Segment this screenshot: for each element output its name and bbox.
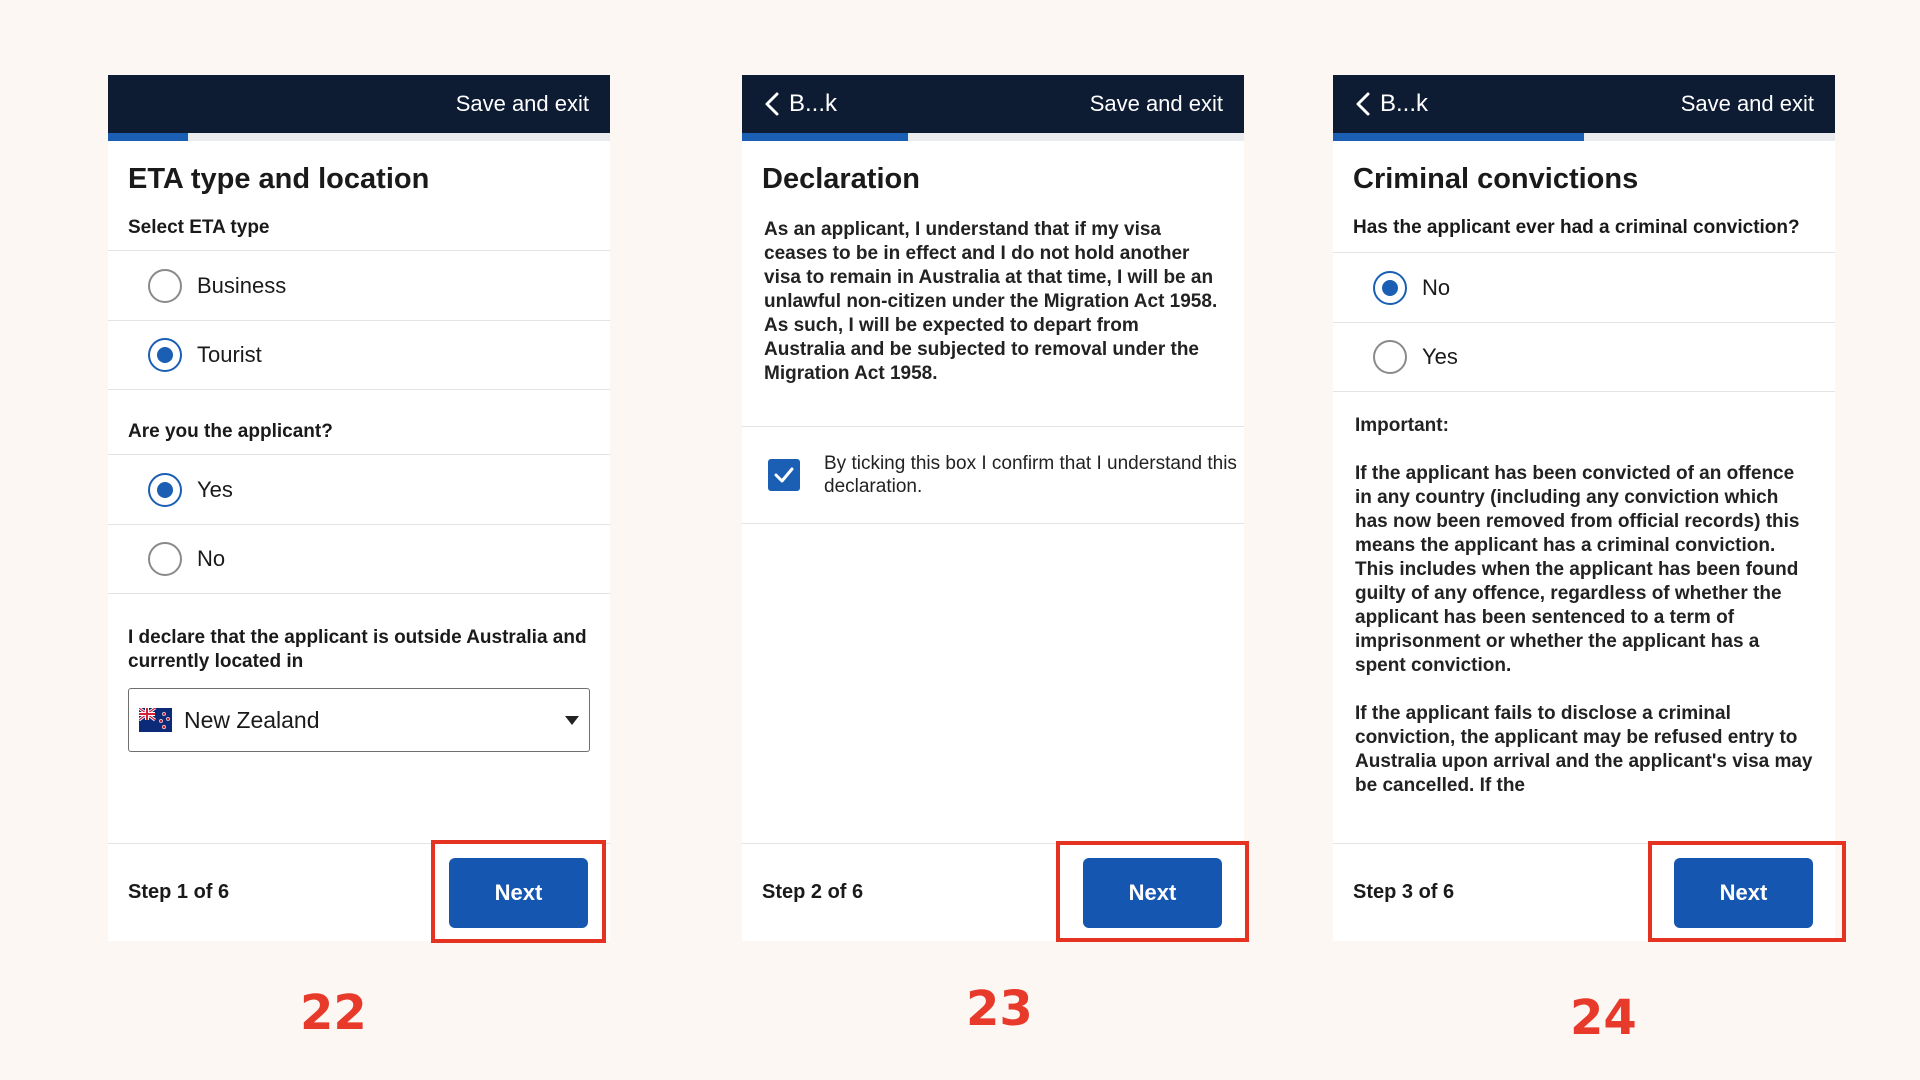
save-and-exit-link[interactable]: Save and exit [1090, 91, 1223, 117]
applicant-label: Are you the applicant? [128, 421, 333, 442]
option-label: No [197, 546, 226, 571]
applicant-option-no[interactable]: No [108, 524, 610, 594]
screen-criminal-convictions: B...k Save and exit Criminal convictions… [1333, 75, 1835, 941]
step-indicator: Step 1 of 6 [128, 881, 230, 903]
progress-bar [742, 133, 1244, 141]
back-label: B...k [789, 90, 838, 117]
radio-yes[interactable] [148, 472, 182, 507]
back-link[interactable]: B...k [763, 90, 837, 118]
chevron-down-icon [565, 715, 579, 725]
radio-no[interactable] [148, 542, 182, 576]
step-indicator: Step 2 of 6 [762, 881, 864, 903]
progress-fill [742, 133, 908, 141]
important-paragraph-2: If the applicant fails to disclose a cri… [1355, 703, 1813, 796]
progress-bar [1333, 133, 1835, 141]
eta-option-business[interactable]: Business [108, 250, 610, 320]
option-label: Business [197, 272, 287, 298]
conviction-option-no[interactable]: No [1333, 252, 1835, 322]
page-title: Criminal convictions [1353, 163, 1639, 195]
radio-business[interactable] [148, 268, 182, 303]
page-title: ETA type and location [128, 163, 430, 195]
screen-eta-type-location: Save and exit ETA type and location Sele… [108, 75, 610, 941]
eta-type-label: Select ETA type [128, 217, 270, 238]
back-link[interactable]: B...k [1354, 90, 1428, 118]
screen-declaration: B...k Save and exit Declaration As an ap… [742, 75, 1244, 941]
option-label: No [1422, 274, 1451, 300]
highlight-box [1056, 841, 1249, 942]
option-label: Yes [1422, 344, 1458, 369]
save-and-exit-link[interactable]: Save and exit [1681, 91, 1814, 117]
progress-bar [108, 133, 610, 141]
declaration-text: As an applicant, I understand that if my… [764, 219, 1218, 384]
important-paragraph-1: If the applicant has been convicted of a… [1355, 463, 1800, 676]
option-label: Yes [197, 476, 233, 502]
location-label: I declare that the applicant is outside … [128, 627, 587, 672]
location-value: New Zealand [184, 706, 320, 733]
radio-tourist[interactable] [148, 338, 182, 372]
annotation-number: 24 [1570, 990, 1637, 1046]
save-and-exit-link[interactable]: Save and exit [456, 91, 589, 117]
conviction-option-yes[interactable]: Yes [1333, 322, 1835, 392]
checkmark-icon [774, 467, 794, 483]
radio-no[interactable] [1373, 270, 1407, 305]
progress-fill [108, 133, 189, 141]
step-indicator: Step 3 of 6 [1353, 881, 1455, 903]
annotation-number: 22 [300, 985, 367, 1041]
eta-option-tourist[interactable]: Tourist [108, 320, 610, 390]
highlight-box [1648, 841, 1846, 942]
top-bar: B...k Save and exit [1333, 75, 1835, 133]
conviction-question: Has the applicant ever had a criminal co… [1353, 217, 1800, 238]
location-select[interactable]: New Zealand [128, 688, 590, 752]
option-label: Tourist [197, 342, 262, 367]
back-label: B...k [1380, 90, 1429, 117]
top-bar: Save and exit [108, 75, 610, 133]
declaration-checkbox[interactable] [768, 459, 800, 491]
declaration-checkbox-row[interactable]: By ticking this box I confirm that I und… [742, 426, 1244, 524]
checkbox-label: By ticking this box I confirm that I und… [824, 453, 1237, 497]
new-zealand-flag-icon [139, 708, 172, 732]
radio-yes[interactable] [1373, 340, 1407, 374]
important-label: Important: [1355, 415, 1449, 436]
annotation-number: 23 [966, 981, 1033, 1037]
highlight-box [431, 840, 606, 943]
chevron-left-icon [1356, 92, 1370, 116]
applicant-option-yes[interactable]: Yes [108, 454, 610, 524]
page-title: Declaration [762, 163, 920, 195]
chevron-left-icon [765, 92, 779, 116]
progress-fill [1333, 133, 1584, 141]
top-bar: B...k Save and exit [742, 75, 1244, 133]
